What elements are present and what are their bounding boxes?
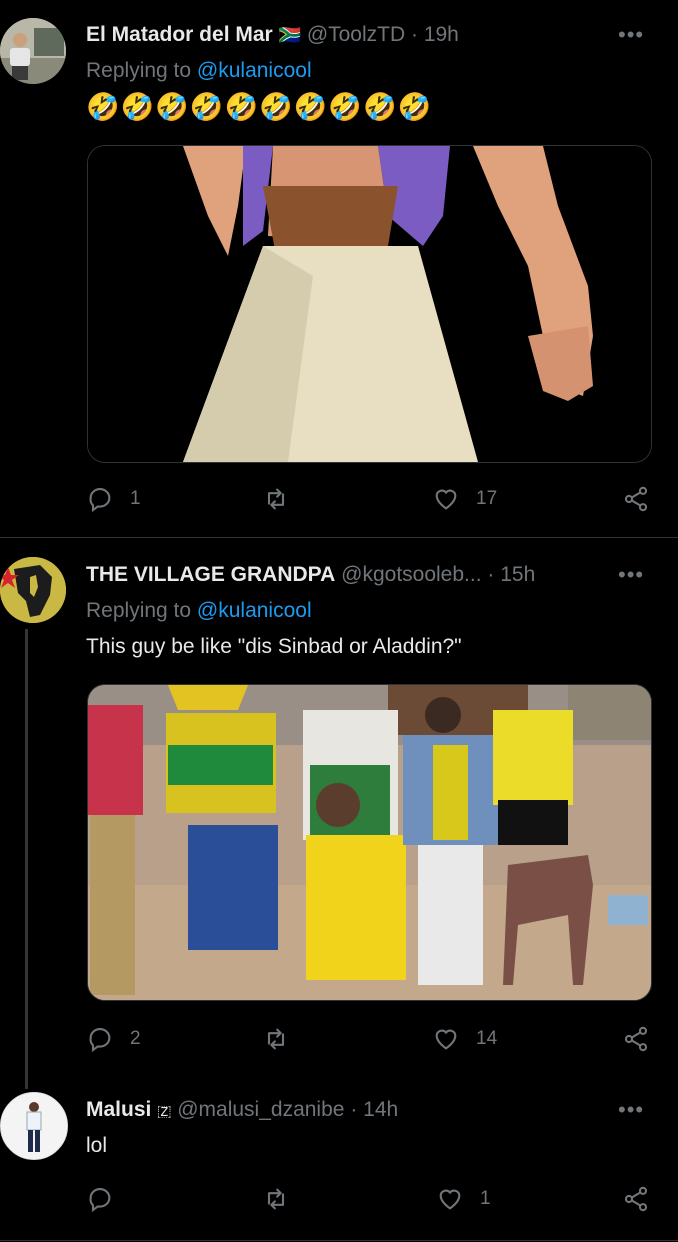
name-badge: 🇿 [157,1103,172,1120]
timestamp[interactable]: · 15h [487,563,535,586]
timestamp[interactable]: · 19h [411,23,459,46]
avatar[interactable] [0,1092,68,1160]
tweet-header: El Matador del Mar 🇿🇦 @ToolzTD · 19h [86,20,618,50]
like-count: 17 [476,488,498,509]
share-button[interactable] [622,482,650,516]
tweet-image[interactable] [87,684,652,1001]
replying-label: Replying to [86,599,192,622]
retweet-button[interactable] [262,1182,290,1216]
author-handle[interactable]: @malusi_dzanibe [177,1098,344,1121]
thread-line [25,629,28,1089]
retweet-button[interactable] [262,482,290,516]
tweet-1[interactable]: El Matador del Mar 🇿🇦 @ToolzTD · 19h •••… [0,0,678,537]
replying-to: Replying to @kulanicool [86,57,312,85]
tweet-text: lol [86,1134,108,1157]
author-name[interactable]: THE VILLAGE GRANDPA [86,563,335,586]
reply-icon [89,488,111,513]
reply-icon [89,1188,111,1213]
divider [0,1240,678,1241]
share-button[interactable] [622,1182,650,1216]
timestamp[interactable]: · 14h [350,1098,398,1121]
reply-count: 2 [130,1028,141,1049]
tweet-text: 🤣🤣🤣🤣🤣🤣🤣🤣🤣🤣 [86,92,433,122]
share-icon [624,1186,648,1212]
like-button[interactable]: 17 [432,482,497,516]
like-count: 14 [476,1028,498,1049]
flag-icon: 🇿🇦 [278,25,301,45]
author-name[interactable]: El Matador del Mar [86,23,273,46]
reply-button[interactable]: 2 [86,1022,141,1056]
replying-to-link[interactable]: @kulanicool [197,59,312,82]
tweet-actions: 1 [86,1182,652,1216]
like-button[interactable]: 1 [436,1182,491,1216]
retweet-icon [267,488,285,510]
retweet-icon [267,1028,285,1050]
tweet-actions: 2 14 [86,1022,652,1056]
more-icon[interactable]: ••• [618,24,648,48]
author-handle[interactable]: @ToolzTD [307,23,405,46]
replying-to-link[interactable]: @kulanicool [197,599,312,622]
avatar[interactable] [0,18,66,84]
like-icon [435,1029,457,1050]
share-icon [624,486,648,512]
tweet-2[interactable]: THE VILLAGE GRANDPA @kgotsooleb... · 15h… [0,538,678,1089]
reply-count: 1 [130,488,141,509]
author-handle[interactable]: @kgotsooleb... [341,563,481,586]
reply-icon [89,1028,111,1053]
retweet-button[interactable] [262,1022,290,1056]
tweet-text: This guy be like "dis Sinbad or Aladdin?… [86,635,462,658]
more-icon[interactable]: ••• [618,1099,648,1123]
like-button[interactable]: 14 [432,1022,497,1056]
more-icon[interactable]: ••• [618,564,648,588]
author-name[interactable]: Malusi [86,1098,151,1121]
share-button[interactable] [622,1022,650,1056]
like-icon [435,489,457,510]
tweet-header: Malusi 🇿 @malusi_dzanibe · 14h [86,1095,618,1125]
tweet-actions: 1 17 [86,482,652,516]
like-icon [439,1189,461,1210]
replying-to: Replying to @kulanicool [86,597,312,625]
share-icon [624,1026,648,1052]
tweet-header: THE VILLAGE GRANDPA @kgotsooleb... · 15h [86,560,618,590]
reply-button[interactable] [86,1182,114,1216]
tweet-image[interactable] [87,145,652,463]
like-count: 1 [480,1188,491,1209]
replying-label: Replying to [86,59,192,82]
reply-button[interactable]: 1 [86,482,141,516]
avatar[interactable] [0,557,66,623]
retweet-icon [267,1188,285,1210]
tweet-3[interactable]: Malusi 🇿 @malusi_dzanibe · 14h ••• lol 1 [0,1078,678,1242]
